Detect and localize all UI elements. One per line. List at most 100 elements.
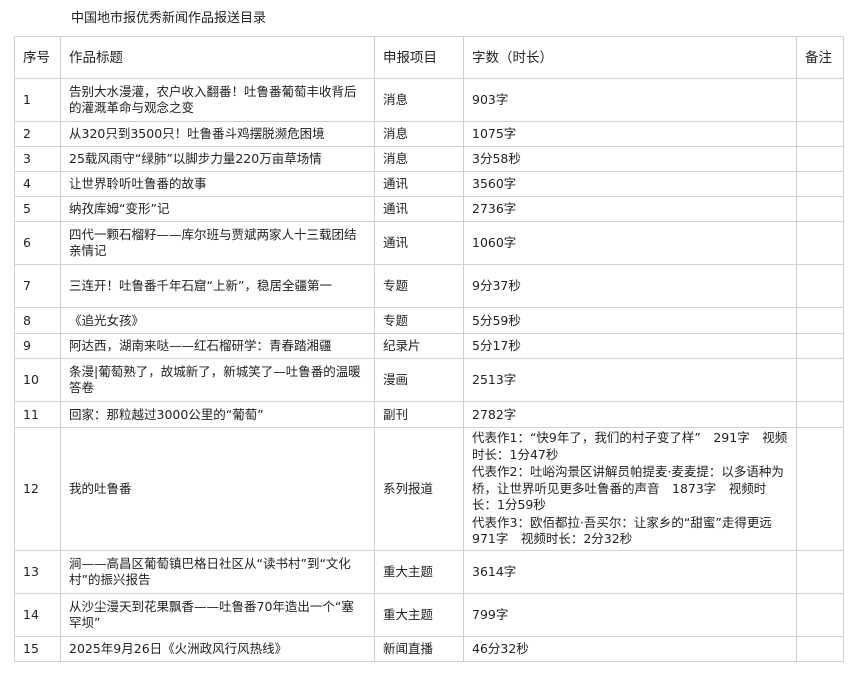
representative-work-3: 代表作3：欧佰都拉·吾买尔：让家乡的“甜蜜”走得更远 971字 视频时长：2分3…: [472, 514, 785, 547]
cell-category: 专题: [374, 264, 464, 308]
cell-no: 13: [14, 550, 61, 594]
header-title: 作品标题: [60, 36, 375, 79]
cell-remark: [796, 196, 844, 222]
cell-title: 条漫|葡萄熟了，故城新了，新城笑了—吐鲁番的温暖答卷: [60, 358, 375, 402]
cell-category: 消息: [374, 121, 464, 147]
cell-count: 3560字: [463, 171, 797, 197]
cell-no: 10: [14, 358, 61, 402]
cell-remark: [796, 636, 844, 662]
cell-title: 让世界聆听吐鲁番的故事: [60, 171, 375, 197]
cell-title: 四代一颗石榴籽——库尔班与贾斌两家人十三载团结亲情记: [60, 221, 375, 265]
cell-no: 9: [14, 333, 61, 359]
cell-count: 1075字: [463, 121, 797, 147]
table-row: 12 我的吐鲁番 系列报道 代表作1：“快9年了，我们的村子变了样” 291字 …: [14, 427, 844, 551]
cell-count: 46分32秒: [463, 636, 797, 662]
cell-remark: [796, 550, 844, 594]
cell-title: 纳孜库姆“变形”记: [60, 196, 375, 222]
cell-remark: [796, 221, 844, 265]
cell-count: 3614字: [463, 550, 797, 594]
cell-category: 专题: [374, 307, 464, 334]
table-row: 6 四代一颗石榴籽——库尔班与贾斌两家人十三载团结亲情记 通讯 1060字: [14, 221, 844, 265]
cell-remark: [796, 593, 844, 637]
table-row: 4 让世界聆听吐鲁番的故事 通讯 3560字: [14, 171, 844, 197]
cell-remark: [796, 121, 844, 147]
cell-count-multi: 代表作1：“快9年了，我们的村子变了样” 291字 视频时长：1分47秒 代表作…: [463, 427, 797, 551]
table-row: 14 从沙尘漫天到花果飘香——吐鲁番70年造出一个“塞罕坝” 重大主题 799字: [14, 593, 844, 637]
header-no: 序号: [14, 36, 61, 79]
cell-no: 8: [14, 307, 61, 334]
cell-remark: [796, 307, 844, 334]
cell-category: 纪录片: [374, 333, 464, 359]
table-row: 7 三连开！吐鲁番千年石窟“上新”，稳居全疆第一 专题 9分37秒: [14, 264, 844, 308]
cell-category: 新闻直播: [374, 636, 464, 662]
cell-no: 7: [14, 264, 61, 308]
cell-no: 15: [14, 636, 61, 662]
cell-no: 5: [14, 196, 61, 222]
cell-title: 回家：那粒越过3000公里的“葡萄”: [60, 401, 375, 428]
cell-no: 3: [14, 146, 61, 172]
cell-no: 2: [14, 121, 61, 147]
cell-title: 25载风雨守“绿肺”以脚步力量220万亩草场情: [60, 146, 375, 172]
cell-count: 3分58秒: [463, 146, 797, 172]
cell-remark: [796, 264, 844, 308]
cell-remark: [796, 171, 844, 197]
cell-title: 告别大水漫灌，农户收入翻番！吐鲁番葡萄丰收背后的灌溉革命与观念之变: [60, 78, 375, 122]
cell-no: 11: [14, 401, 61, 428]
cell-no: 6: [14, 221, 61, 265]
cell-remark: [796, 427, 844, 551]
cell-count: 5分59秒: [463, 307, 797, 334]
cell-remark: [796, 146, 844, 172]
table-header-row: 序号 作品标题 申报项目 字数（时长） 备注: [14, 36, 844, 79]
cell-title: 阿达西，湖南来哒——红石榴研学：青春踏湘疆: [60, 333, 375, 359]
cell-count: 799字: [463, 593, 797, 637]
cell-category: 消息: [374, 78, 464, 122]
cell-category: 消息: [374, 146, 464, 172]
cell-no: 14: [14, 593, 61, 637]
cell-title: 我的吐鲁番: [60, 427, 375, 551]
table-row: 15 2025年9月26日《火洲政风行风热线》 新闻直播 46分32秒: [14, 636, 844, 662]
cell-count: 2782字: [463, 401, 797, 428]
table-row: 11 回家：那粒越过3000公里的“葡萄” 副刊 2782字: [14, 401, 844, 428]
cell-remark: [796, 358, 844, 402]
cell-count: 903字: [463, 78, 797, 122]
cell-category: 通讯: [374, 171, 464, 197]
cell-category: 重大主题: [374, 593, 464, 637]
cell-no: 1: [14, 78, 61, 122]
cell-no: 12: [14, 427, 61, 551]
cell-no: 4: [14, 171, 61, 197]
header-remark: 备注: [796, 36, 844, 79]
cell-remark: [796, 401, 844, 428]
cell-category: 重大主题: [374, 550, 464, 594]
table-row: 8 《追光女孩》 专题 5分59秒: [14, 307, 844, 334]
cell-category: 通讯: [374, 196, 464, 222]
cell-category: 通讯: [374, 221, 464, 265]
document-title: 中国地市报优秀新闻作品报送目录: [71, 11, 267, 26]
cell-title: 《追光女孩》: [60, 307, 375, 334]
cell-title: 2025年9月26日《火洲政风行风热线》: [60, 636, 375, 662]
cell-category: 副刊: [374, 401, 464, 428]
cell-count: 5分17秒: [463, 333, 797, 359]
cell-category: 漫画: [374, 358, 464, 402]
cell-count: 2736字: [463, 196, 797, 222]
cell-title: 涧——高昌区葡萄镇巴格日社区从“读书村”到“文化村”的振兴报告: [60, 550, 375, 594]
cell-remark: [796, 78, 844, 122]
cell-category: 系列报道: [374, 427, 464, 551]
cell-count: 1060字: [463, 221, 797, 265]
table-row: 1 告别大水漫灌，农户收入翻番！吐鲁番葡萄丰收背后的灌溉革命与观念之变 消息 9…: [14, 78, 844, 122]
representative-work-1: 代表作1：“快9年了，我们的村子变了样” 291字 视频时长：1分47秒: [472, 430, 788, 462]
cell-count: 2513字: [463, 358, 797, 402]
table-row: 5 纳孜库姆“变形”记 通讯 2736字: [14, 196, 844, 222]
cell-title: 从320只到3500只！吐鲁番斗鸡摆脱濒危困境: [60, 121, 375, 147]
table-row: 2 从320只到3500只！吐鲁番斗鸡摆脱濒危困境 消息 1075字: [14, 121, 844, 147]
catalog-table: 序号 作品标题 申报项目 字数（时长） 备注 1 告别大水漫灌，农户收入翻番！吐…: [14, 36, 844, 662]
header-category: 申报项目: [374, 36, 464, 79]
table-row: 3 25载风雨守“绿肺”以脚步力量220万亩草场情 消息 3分58秒: [14, 146, 844, 172]
representative-work-2: 代表作2：吐峪沟景区讲解员帕提麦·麦麦提：以多语种为桥，让世界听见更多吐鲁番的声…: [472, 464, 784, 513]
cell-title: 从沙尘漫天到花果飘香——吐鲁番70年造出一个“塞罕坝”: [60, 593, 375, 637]
cell-title: 三连开！吐鲁番千年石窟“上新”，稳居全疆第一: [60, 264, 375, 308]
table-row: 10 条漫|葡萄熟了，故城新了，新城笑了—吐鲁番的温暖答卷 漫画 2513字: [14, 358, 844, 402]
table-row: 13 涧——高昌区葡萄镇巴格日社区从“读书村”到“文化村”的振兴报告 重大主题 …: [14, 550, 844, 594]
cell-count: 9分37秒: [463, 264, 797, 308]
header-count: 字数（时长）: [463, 36, 797, 79]
cell-remark: [796, 333, 844, 359]
